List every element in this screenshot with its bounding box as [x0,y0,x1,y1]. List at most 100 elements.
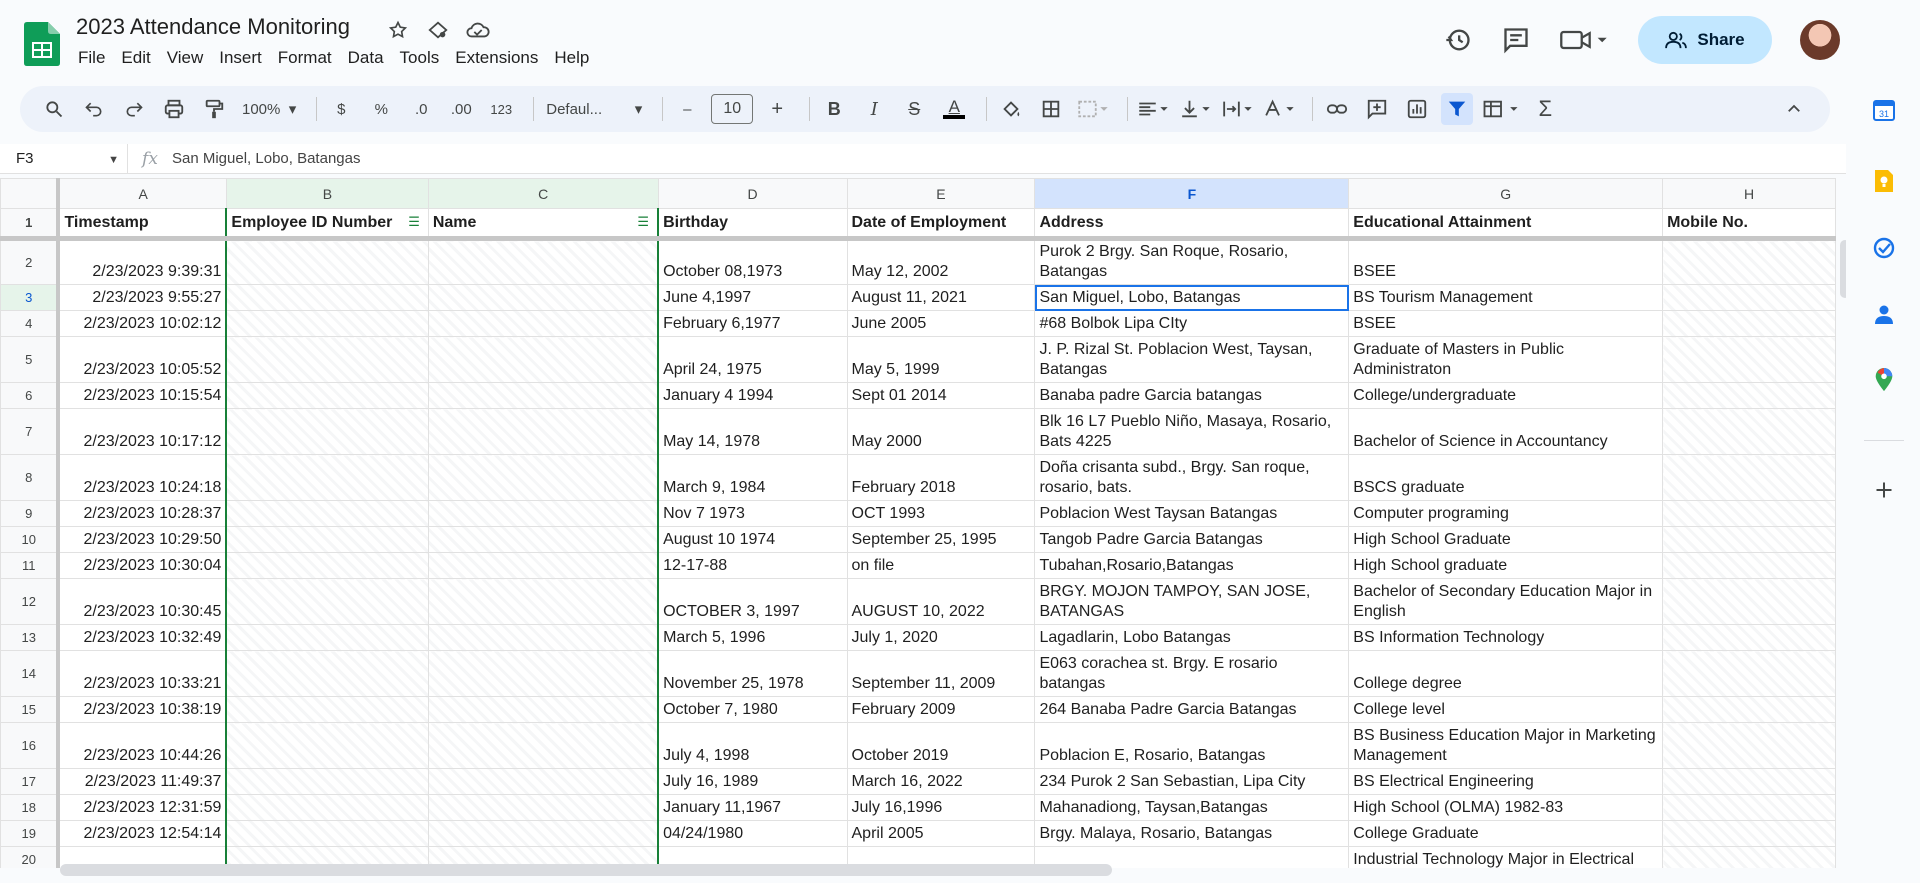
row-header[interactable]: 4 [0,310,61,337]
mobile-cell[interactable] [1662,454,1836,501]
employee-id-cell[interactable] [225,650,429,697]
increase-font-size-button[interactable]: + [761,93,793,125]
employment-date-cell[interactable]: February 2018 [846,454,1036,501]
birthday-cell[interactable]: October 08,1973 [657,238,848,285]
move-icon[interactable] [424,16,452,44]
employment-date-cell[interactable]: September 25, 1995 [846,526,1036,553]
employment-date-cell[interactable]: March 16, 2022 [846,768,1036,795]
name-cell[interactable] [427,310,660,337]
timestamp-cell[interactable]: 2/23/2023 10:44:26 [57,722,227,769]
address-cell[interactable]: BRGY. MOJON TAMPOY, SAN JOSE, BATANGAS [1034,578,1350,625]
format-percent-button[interactable]: % [365,93,397,125]
name-cell[interactable] [427,696,660,723]
menu-insert[interactable]: Insert [211,48,270,68]
name-cell[interactable] [427,526,660,553]
address-cell[interactable]: Tubahan,Rosario,Batangas [1034,552,1350,579]
merge-cells-icon[interactable] [1075,93,1111,125]
maps-icon[interactable] [1872,368,1896,392]
timestamp-cell[interactable]: 2/23/2023 10:05:52 [57,336,227,383]
birthday-cell[interactable]: 12-17-88 [657,552,848,579]
font-family-select[interactable]: Defaul... ▾ [542,93,646,125]
format-currency-button[interactable]: $ [325,93,357,125]
education-cell[interactable]: BSCS graduate [1348,454,1664,501]
birthday-cell[interactable]: OCTOBER 3, 1997 [657,578,848,625]
mobile-cell[interactable] [1662,408,1836,455]
birthday-cell[interactable]: February 6,1977 [657,310,848,337]
timestamp-cell[interactable]: 2/23/2023 10:33:21 [57,650,227,697]
header-cell[interactable]: Employee ID Number ☰ [225,208,429,241]
name-cell[interactable] [427,624,660,651]
education-cell[interactable]: High School graduate [1348,552,1664,579]
filter-icon[interactable]: ☰ [637,214,649,230]
name-cell[interactable] [427,336,660,383]
birthday-cell[interactable]: January 11,1967 [657,794,848,821]
menu-format[interactable]: Format [270,48,340,68]
column-header-h[interactable]: H [1662,178,1836,209]
mobile-cell[interactable] [1662,238,1836,285]
paint-format-icon[interactable] [198,93,230,125]
birthday-cell[interactable]: March 9, 1984 [657,454,848,501]
document-title[interactable]: 2023 Attendance Monitoring [76,14,350,40]
birthday-cell[interactable]: October 7, 1980 [657,696,848,723]
employee-id-cell[interactable] [225,336,429,383]
timestamp-cell[interactable]: 2/23/2023 10:15:54 [57,382,227,409]
birthday-cell[interactable]: July 4, 1998 [657,722,848,769]
row-header[interactable]: 7 [0,408,61,455]
menu-tools[interactable]: Tools [392,48,448,68]
timestamp-cell[interactable]: 2/23/2023 9:39:31 [57,238,227,285]
search-menus-icon[interactable] [38,93,70,125]
horizontal-scrollbar[interactable] [60,864,1112,876]
timestamp-cell[interactable]: 2/23/2023 10:17:12 [57,408,227,455]
education-cell[interactable]: BSEE [1348,238,1664,285]
employee-id-cell[interactable] [225,552,429,579]
menu-edit[interactable]: Edit [113,48,158,68]
education-cell[interactable]: High School Graduate [1348,526,1664,553]
education-cell[interactable]: Computer programing [1348,500,1664,527]
employee-id-cell[interactable] [225,284,429,311]
history-icon[interactable] [1438,20,1478,60]
education-cell[interactable]: College/undergraduate [1348,382,1664,409]
meet-video-icon[interactable] [1554,20,1614,60]
italic-button[interactable]: I [858,93,890,125]
mobile-cell[interactable] [1662,552,1836,579]
mobile-cell[interactable] [1662,624,1836,651]
name-cell[interactable] [427,820,660,847]
spreadsheet-grid[interactable]: A B C D E F G H 1 Timestamp Employee ID … [0,178,1836,868]
education-cell[interactable]: BS Electrical Engineering [1348,768,1664,795]
birthday-cell[interactable]: May 14, 1978 [657,408,848,455]
education-cell[interactable]: Industrial Technology Major in Electrica… [1348,846,1664,868]
birthday-cell[interactable]: Nov 7 1973 [657,500,848,527]
undo-icon[interactable] [78,93,110,125]
add-addon-icon[interactable] [1872,478,1896,502]
avatar[interactable] [1800,20,1840,60]
address-cell[interactable]: Mahanadiong, Taysan,Batangas [1034,794,1350,821]
header-cell[interactable]: Birthday [657,208,848,241]
employee-id-cell[interactable] [225,696,429,723]
name-cell[interactable] [427,238,660,285]
name-cell[interactable] [427,454,660,501]
employee-id-cell[interactable] [225,722,429,769]
fill-color-icon[interactable] [995,93,1027,125]
name-cell[interactable] [427,382,660,409]
mobile-cell[interactable] [1662,284,1836,311]
birthday-cell[interactable]: November 25, 1978 [657,650,848,697]
column-header-a[interactable]: A [57,178,227,209]
timestamp-cell[interactable]: 2/23/2023 10:30:45 [57,578,227,625]
header-cell[interactable]: Name ☰ [427,208,660,241]
employee-id-cell[interactable] [225,238,429,285]
row-header[interactable]: 12 [0,578,61,625]
row-header[interactable]: 2 [0,238,61,285]
mobile-cell[interactable] [1662,768,1836,795]
name-cell[interactable] [427,722,660,769]
employee-id-cell[interactable] [225,794,429,821]
header-cell[interactable]: Educational Attainment [1348,208,1664,241]
select-all-corner[interactable] [0,178,61,209]
insert-chart-icon[interactable] [1401,93,1433,125]
employee-id-cell[interactable] [225,820,429,847]
horizontal-align-icon[interactable] [1136,93,1170,125]
address-cell[interactable]: Blk 16 L7 Pueblo Niño, Masaya, Rosario, … [1034,408,1350,455]
birthday-cell[interactable]: August 10 1974 [657,526,848,553]
column-header-c[interactable]: C [427,178,659,209]
education-cell[interactable]: Bachelor of Secondary Education Major in… [1348,578,1664,625]
timestamp-cell[interactable]: 2/23/2023 10:24:18 [57,454,227,501]
